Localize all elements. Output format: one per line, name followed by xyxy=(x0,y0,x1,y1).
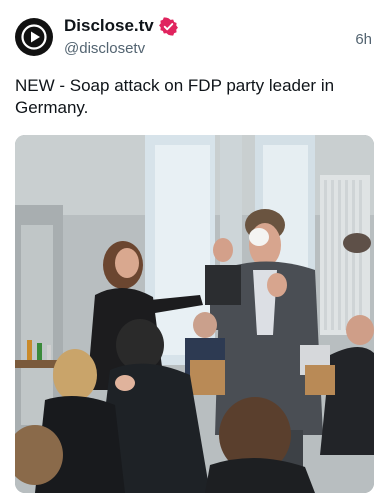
author-name-row: Disclose.tv xyxy=(64,16,178,36)
post-timestamp[interactable]: 6h xyxy=(355,31,372,48)
video-frame-image xyxy=(15,135,374,493)
play-logo-icon xyxy=(21,24,47,50)
verified-badge-icon xyxy=(158,16,178,36)
author-display-name[interactable]: Disclose.tv xyxy=(64,16,154,36)
post-media-video[interactable] xyxy=(15,135,374,493)
author-avatar[interactable] xyxy=(15,18,53,56)
post-card[interactable]: Disclose.tv @disclosetv 6h NEW - Soap at… xyxy=(0,0,389,500)
post-text: NEW - Soap attack on FDP party leader in… xyxy=(15,76,335,117)
author-handle[interactable]: @disclosetv xyxy=(64,40,145,57)
